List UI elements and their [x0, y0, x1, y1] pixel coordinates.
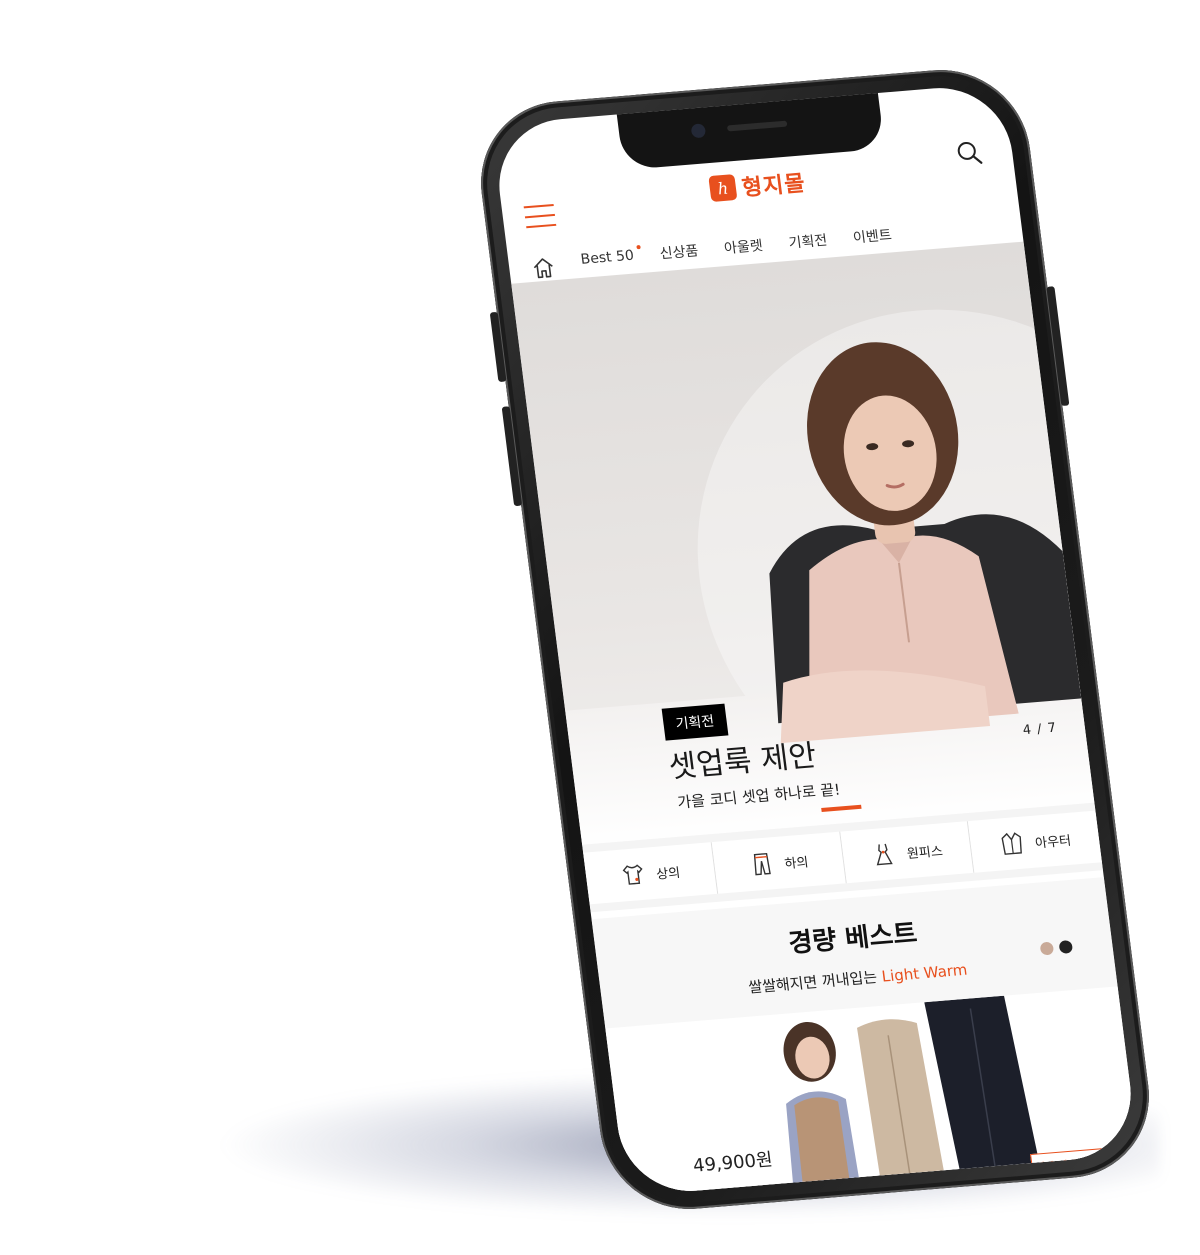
hamburger-menu-icon[interactable]	[523, 203, 557, 229]
subtitle-text: 쌀쌀해지면 꺼내입는	[747, 967, 883, 997]
coat-icon	[1001, 832, 1023, 855]
search-icon[interactable]	[954, 139, 983, 167]
nav-item-outlet[interactable]: 아울렛	[723, 235, 764, 258]
logo-text: 형지몰	[740, 171, 808, 202]
color-swatches	[1039, 939, 1074, 956]
nav-item-event[interactable]: 이벤트	[852, 224, 893, 247]
logo-mark: h	[708, 174, 738, 203]
subtitle-accent: Light Warm	[880, 960, 969, 986]
pants-icon	[753, 852, 771, 876]
category-bottoms[interactable]: 하의	[711, 831, 847, 894]
brand-logo[interactable]: h 형지몰	[708, 165, 807, 205]
category-dresses[interactable]: 원피스	[839, 821, 975, 884]
hero-banner[interactable]: 기획전 셋업룩 제안 가을 코디 셋업 하나로 끝! 4 / 7	[511, 241, 1095, 845]
category-label: 상의	[655, 865, 682, 883]
tshirt-icon	[622, 864, 643, 885]
hero-badge: 기획전	[661, 703, 729, 741]
category-label: 하의	[783, 854, 810, 872]
category-tops[interactable]: 상의	[583, 842, 718, 905]
swatch-beige[interactable]	[1039, 941, 1055, 956]
category-label: 아우터	[1034, 833, 1073, 852]
category-outerwear[interactable]: 아우터	[968, 810, 1102, 873]
swatch-black[interactable]	[1058, 939, 1074, 954]
hero-model-image	[769, 342, 1095, 744]
nav-item-best50[interactable]: Best 50	[579, 244, 642, 268]
new-dot-badge	[636, 244, 642, 250]
slide-counter: 4 / 7	[1021, 720, 1058, 739]
nav-item-label: Best 50	[579, 247, 635, 268]
dress-icon	[877, 843, 894, 866]
home-icon[interactable]	[530, 255, 557, 281]
category-label: 원피스	[906, 843, 944, 862]
phone-mockup: h 형지몰 Best 50 신상품 아울렛 기획전 이벤트 기획전 셋업룩 제안…	[470, 63, 1160, 1216]
earpiece-speaker	[726, 120, 788, 132]
nav-item-exhibition[interactable]: 기획전	[787, 230, 829, 253]
lightweight-vest-section: 경량 베스트 쌀쌀해지면 꺼내입는 Light Warm 쿠폰 49,900원	[591, 877, 1139, 1197]
front-camera	[690, 123, 707, 139]
nav-item-new[interactable]: 신상품	[658, 240, 700, 263]
